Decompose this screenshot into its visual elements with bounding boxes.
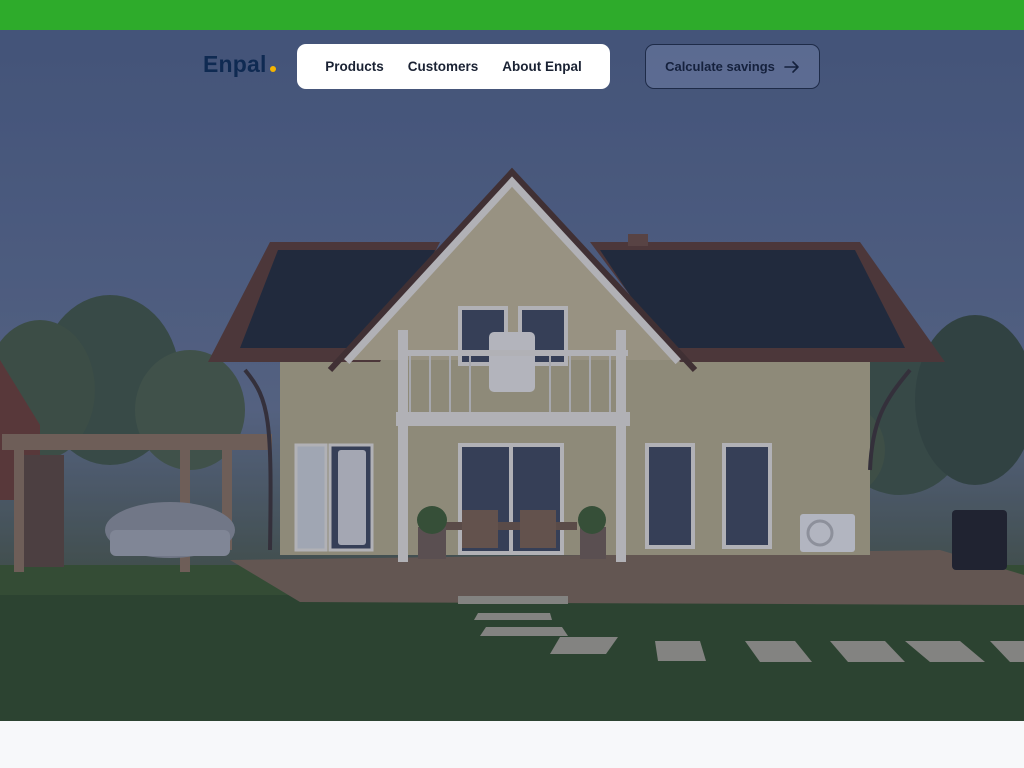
main-nav: Products Customers About Enpal	[297, 44, 610, 89]
hero-image	[0, 30, 1024, 721]
enpal-battery-box	[489, 332, 535, 392]
enpal-logo[interactable]: Enpal	[203, 51, 276, 79]
calculate-savings-label: Calculate savings	[665, 59, 775, 74]
grill	[952, 510, 1007, 570]
wooden-deck	[230, 550, 1024, 605]
top-banner-strip	[0, 0, 1024, 30]
house	[208, 167, 945, 562]
nav-item-customers[interactable]: Customers	[408, 59, 479, 74]
content-section	[0, 721, 1024, 768]
house-illustration	[0, 167, 1024, 721]
nav-item-about[interactable]: About Enpal	[502, 59, 582, 74]
logo-dot	[269, 66, 276, 72]
logo-text: Enpal	[203, 51, 267, 77]
nav-item-products[interactable]: Products	[325, 59, 384, 74]
arrow-right-icon	[784, 60, 799, 73]
calculate-savings-button[interactable]: Calculate savings	[645, 44, 820, 89]
home-battery	[338, 450, 366, 545]
